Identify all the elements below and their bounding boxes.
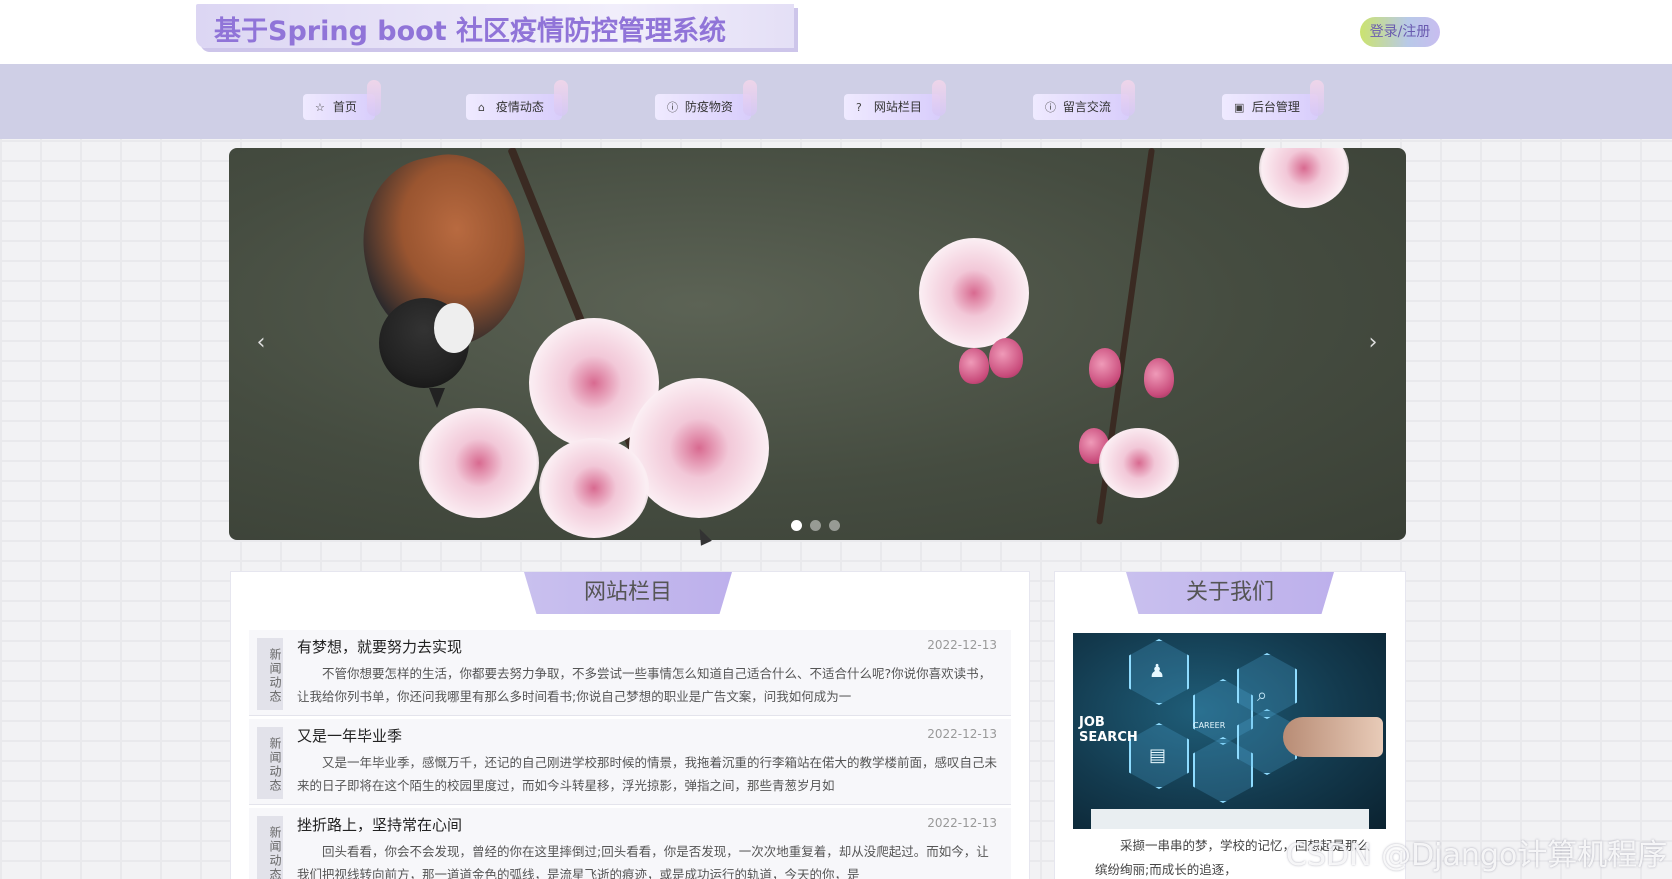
nav-item-label: 留言交流 bbox=[1062, 100, 1111, 114]
news-panel-title: 网站栏目 bbox=[524, 572, 732, 614]
bird-beak bbox=[429, 388, 445, 408]
blossom bbox=[1099, 428, 1179, 498]
career-label: CAREER bbox=[1193, 721, 1226, 730]
carousel-next-arrow[interactable]: › bbox=[1358, 328, 1388, 358]
nav-decoration bbox=[931, 80, 946, 116]
site-title-banner: 基于Spring boot 社区疫情防控管理系统 bbox=[196, 4, 794, 48]
news-excerpt: 回头看看，你会不会发现，曾经的你在这里摔倒过;回头看看，你是否发现，一次次地重复… bbox=[297, 844, 989, 879]
news-title[interactable]: 又是一年毕业季 bbox=[297, 725, 402, 746]
news-excerpt: 又是一年毕业季，感慨万千，还记的自己刚进学校那时候的情景，我拖着沉重的行李箱站在… bbox=[297, 755, 997, 793]
job-search-label: JOB SEARCH bbox=[1079, 715, 1138, 745]
carousel-dot[interactable] bbox=[810, 520, 821, 531]
news-date: 2022-12-13 bbox=[927, 816, 997, 830]
nav-item-admin[interactable]: ▣ 后台管理 bbox=[1222, 80, 1324, 120]
news-item[interactable]: 新闻动态 有梦想，就要努力去实现 2022-12-13 不管你想要怎样的生活，你… bbox=[249, 630, 1011, 716]
news-title[interactable]: 有梦想，就要努力去实现 bbox=[297, 636, 462, 657]
blossom bbox=[1259, 148, 1349, 208]
watermark: CSDN @Django计算机程序 bbox=[1286, 838, 1668, 873]
news-category-tag: 新闻动态 bbox=[257, 816, 283, 879]
login-register-button[interactable]: 登录/注册 bbox=[1360, 17, 1440, 47]
site-title: 基于Spring boot 社区疫情防控管理系统 bbox=[214, 16, 727, 47]
nav-item-label: 防疫物资 bbox=[684, 100, 733, 114]
carousel-prev-arrow[interactable]: ‹ bbox=[246, 328, 276, 358]
nav-item-home[interactable]: ☆ 首页 bbox=[303, 80, 381, 120]
flower-bud bbox=[959, 348, 989, 384]
nav-item-label: 后台管理 bbox=[1251, 100, 1300, 114]
flower-bud bbox=[989, 338, 1023, 378]
carousel-dot[interactable] bbox=[829, 520, 840, 531]
home-icon: ⌂ bbox=[478, 101, 485, 114]
main-nav: ☆ 首页 ⌂ 疫情动态 ⓘ 防疫物资 ? 网站栏目 ⓘ 留言交流 ▣ 后台管理 bbox=[0, 64, 1672, 139]
admin-icon: ▣ bbox=[1234, 101, 1245, 114]
info-icon: ⓘ bbox=[667, 101, 678, 114]
nav-item-supplies[interactable]: ⓘ 防疫物资 bbox=[655, 80, 757, 120]
blossom bbox=[919, 238, 1029, 348]
header: 基于Spring boot 社区疫情防控管理系统 登录/注册 bbox=[0, 0, 1672, 64]
nav-item-messages[interactable]: ⓘ 留言交流 bbox=[1033, 80, 1135, 120]
news-excerpt: 不管你想要怎样的生活，你都要去努力争取，不多尝试一些事情怎么知道自己适合什么、不… bbox=[297, 666, 992, 704]
news-title[interactable]: 挫折路上，坚持常在心间 bbox=[297, 814, 462, 835]
nav-decoration bbox=[742, 80, 757, 116]
nav-item-site-columns[interactable]: ? 网站栏目 bbox=[844, 80, 946, 120]
resume-icon: ▤ bbox=[1149, 745, 1167, 766]
carousel-indicators bbox=[791, 516, 848, 535]
nav-decoration bbox=[1309, 80, 1324, 116]
news-panel: 网站栏目 新闻动态 有梦想，就要努力去实现 2022-12-13 不管你想要怎样… bbox=[230, 571, 1030, 879]
pointing-hand bbox=[1283, 717, 1383, 757]
presenter-icon: ♟ bbox=[1149, 661, 1166, 682]
news-item[interactable]: 新闻动态 又是一年毕业季 2022-12-13 又是一年毕业季，感慨万千，还记的… bbox=[249, 719, 1011, 805]
news-date: 2022-12-13 bbox=[927, 638, 997, 652]
nav-item-label: 网站栏目 bbox=[873, 100, 922, 114]
nav-decoration bbox=[366, 80, 381, 116]
question-icon: ? bbox=[856, 101, 862, 114]
nav-item-label: 首页 bbox=[332, 100, 357, 114]
flower-bud bbox=[1144, 358, 1174, 398]
nav-item-epidemic-news[interactable]: ⌂ 疫情动态 bbox=[466, 80, 568, 120]
blossom bbox=[629, 378, 769, 518]
bird-cheek bbox=[434, 303, 474, 353]
info-icon: ⓘ bbox=[1045, 101, 1056, 114]
about-panel-title: 关于我们 bbox=[1126, 572, 1334, 614]
news-category-tag: 新闻动态 bbox=[257, 638, 283, 710]
news-item[interactable]: 新闻动态 挫折路上，坚持常在心间 2022-12-13 回头看看，你会不会发现，… bbox=[249, 808, 1011, 879]
blossom bbox=[419, 408, 539, 518]
news-category-tag: 新闻动态 bbox=[257, 727, 283, 799]
nav-decoration bbox=[1120, 80, 1135, 116]
carousel-dot[interactable] bbox=[791, 520, 802, 531]
about-image: ♟ ▤ ⌕ JOB SEARCH CAREER bbox=[1073, 633, 1386, 829]
image-caption-bar bbox=[1091, 809, 1369, 829]
star-icon: ☆ bbox=[315, 101, 325, 114]
blossom bbox=[539, 438, 649, 538]
flower-bud bbox=[1089, 348, 1121, 388]
nav-item-label: 疫情动态 bbox=[495, 100, 544, 114]
news-date: 2022-12-13 bbox=[927, 727, 997, 741]
nav-decoration bbox=[553, 80, 568, 116]
banner-carousel: ‹ › bbox=[229, 148, 1406, 540]
